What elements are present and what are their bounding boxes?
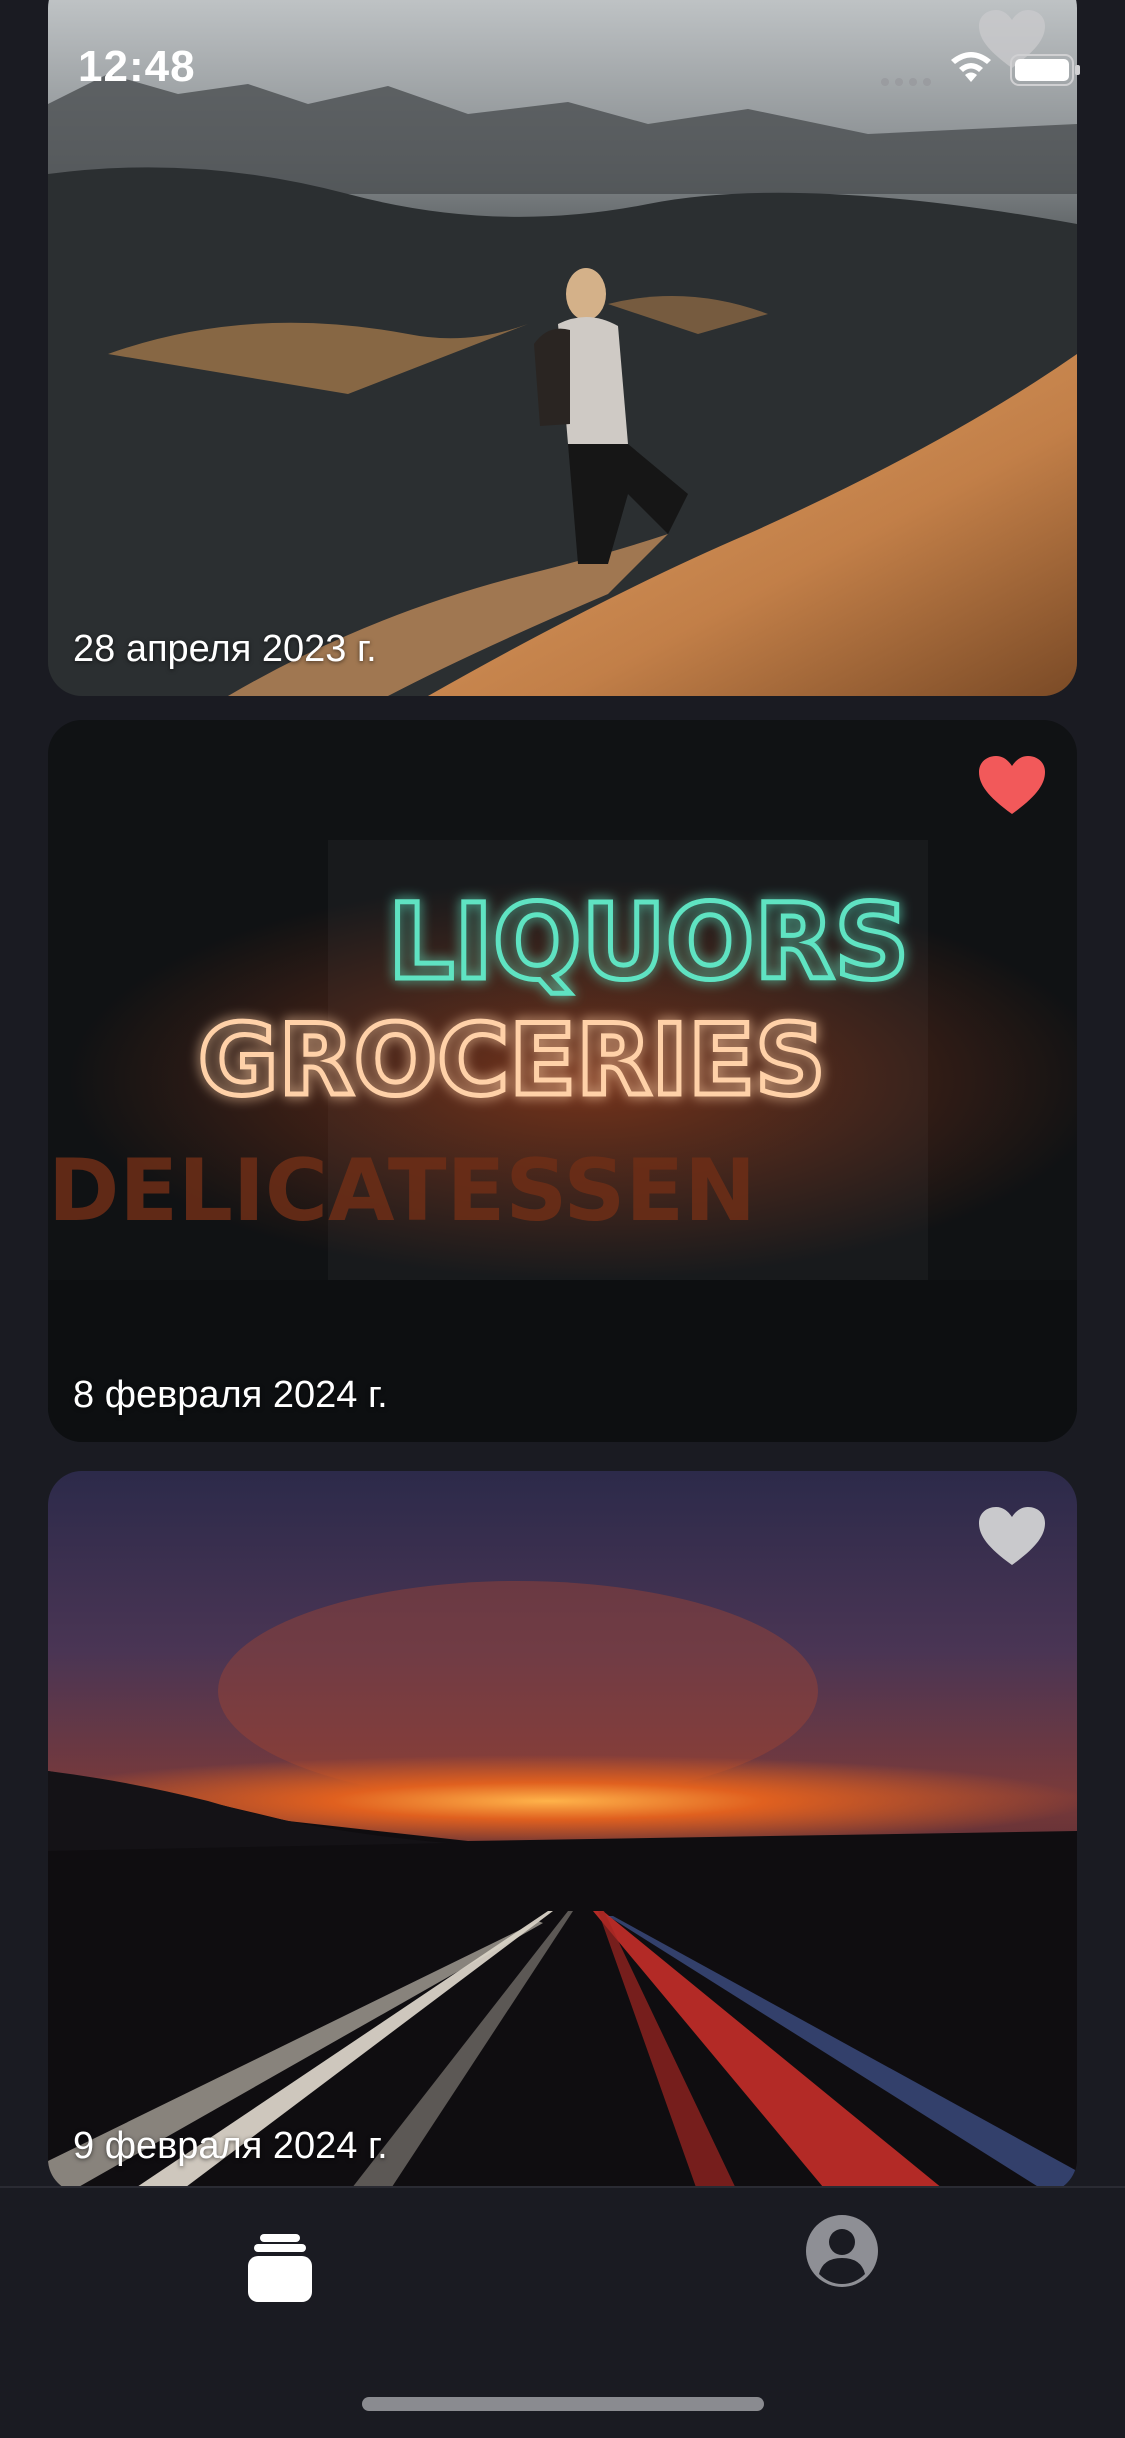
card-date: 9 февраля 2024 г. xyxy=(73,2125,388,2167)
battery-icon xyxy=(1010,54,1082,86)
card-date: 28 апреля 2023 г. xyxy=(73,628,377,670)
image-feed[interactable]: 28 апреля 2023 г. LIQUORS GROCERIES DELI… xyxy=(0,0,1125,2186)
feed-card[interactable]: LIQUORS GROCERIES DELICATESSEN 8 февраля… xyxy=(48,720,1077,1442)
heart-icon[interactable] xyxy=(977,1505,1047,1569)
card-date: 8 февраля 2024 г. xyxy=(73,1374,388,1416)
status-bar: 12:48 xyxy=(0,0,1125,132)
stack-icon[interactable] xyxy=(248,2232,312,2302)
neon-sign-line: GROCERIES xyxy=(198,1004,826,1118)
feed-card[interactable]: 9 февраля 2024 г. xyxy=(48,1471,1077,2186)
neon-sign-photo[interactable]: LIQUORS GROCERIES DELICATESSEN xyxy=(48,720,1077,1442)
home-indicator xyxy=(362,2397,764,2411)
neon-sign-line: DELICATESSEN xyxy=(48,1141,756,1241)
cellular-signal-icon xyxy=(880,74,936,86)
neon-sign-line: LIQUORS xyxy=(388,881,909,1003)
status-time: 12:48 xyxy=(78,42,196,91)
heart-icon[interactable] xyxy=(977,754,1047,818)
tab-profile[interactable] xyxy=(563,2188,1125,2348)
tab-feed[interactable] xyxy=(0,2188,562,2348)
highway-sunset-photo[interactable] xyxy=(48,1471,1077,2186)
wifi-icon xyxy=(948,50,994,84)
person-icon[interactable] xyxy=(805,2214,879,2288)
